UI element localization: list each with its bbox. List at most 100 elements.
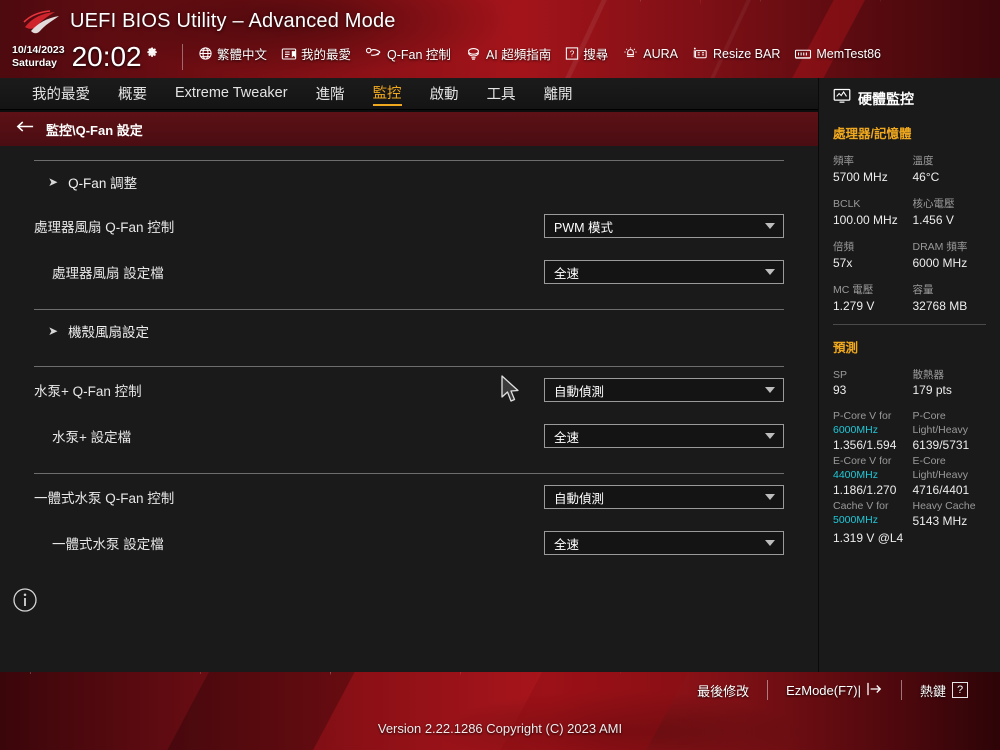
stat-key: 核心電壓 bbox=[912, 198, 955, 210]
stat-key: 頻率 bbox=[833, 155, 854, 167]
back-arrow-icon[interactable] bbox=[16, 120, 34, 138]
resize-bar-icon bbox=[692, 46, 709, 61]
dropdown-value: 自動偵測 bbox=[554, 491, 605, 506]
toolbar-item-memtest[interactable]: MemTest86 bbox=[794, 47, 881, 61]
setting-label: 處理器風扇 設定檔 bbox=[52, 266, 164, 281]
setting-row-cpu-qfan-control: 處理器風扇 Q-Fan 控制 PWM 模式 bbox=[34, 203, 784, 249]
dropdown-pump-profile[interactable]: 全速 bbox=[544, 424, 784, 448]
chevron-down-icon bbox=[765, 540, 775, 546]
setting-label: 水泵+ 設定檔 bbox=[52, 430, 132, 445]
hotkey-symbol: ? bbox=[952, 682, 968, 698]
setting-label: 一體式水泵 設定檔 bbox=[52, 537, 164, 552]
tab-favorites[interactable]: 我的最愛 bbox=[32, 83, 90, 105]
section-qfan-tuning[interactable]: ➤ Q-Fan 調整 bbox=[34, 161, 784, 203]
stat-key: 容量 bbox=[912, 284, 934, 296]
pred-key: Cache V for bbox=[833, 500, 889, 512]
footer-actions: 最後修改 EzMode(F7)| 熱鍵 ? bbox=[679, 680, 986, 700]
tab-extreme-tweaker[interactable]: Extreme Tweaker bbox=[175, 85, 288, 102]
pred-key: Light/Heavy bbox=[912, 469, 968, 481]
toolbar-label: AURA bbox=[643, 46, 678, 61]
tab-monitor[interactable]: 監控 bbox=[372, 82, 402, 106]
toolbar-label: Q-Fan 控制 bbox=[387, 48, 451, 62]
dropdown-aio-pump-profile[interactable]: 全速 bbox=[544, 531, 784, 555]
toolbar-item-resize-bar[interactable]: Resize BAR bbox=[692, 46, 780, 61]
cpu-stats-grid: 頻率 溫度 5700 MHz 46°C BCLK 核心電壓 100.00 MHz… bbox=[833, 154, 986, 315]
main-panel: ➤ Q-Fan 調整 處理器風扇 Q-Fan 控制 PWM 模式 處理器風扇 設… bbox=[0, 146, 818, 672]
monitor-icon bbox=[833, 88, 851, 109]
tab-boot[interactable]: 啟動 bbox=[430, 83, 459, 105]
ezmode-button[interactable]: EzMode(F7)| bbox=[768, 682, 901, 699]
favorites-icon bbox=[281, 47, 297, 61]
tab-tool[interactable]: 工具 bbox=[487, 83, 516, 105]
toolbar-item-aura[interactable]: AURA bbox=[622, 46, 678, 61]
header-divider bbox=[182, 44, 183, 70]
dropdown-value: PWM 模式 bbox=[554, 220, 614, 235]
section-chassis-fan[interactable]: ➤ 機殼風扇設定 bbox=[34, 310, 784, 352]
clock-text: 20:02 bbox=[71, 41, 142, 72]
prediction-heading: 預測 bbox=[833, 341, 859, 355]
ai-oc-icon bbox=[465, 46, 482, 61]
search-icon: ? bbox=[565, 46, 579, 61]
dropdown-pump-qfan-control[interactable]: 自動偵測 bbox=[544, 378, 784, 402]
toolbar-label: AI 超頻指南 bbox=[485, 48, 552, 62]
last-modified-button[interactable]: 最後修改 bbox=[679, 681, 767, 700]
stat-key: BCLK bbox=[833, 198, 861, 210]
footer-bar: 最後修改 EzMode(F7)| 熱鍵 ? Version 2.22.1286 … bbox=[0, 672, 1000, 750]
exit-arrow-icon bbox=[867, 682, 883, 699]
pred-value: 1.319 V @L4 bbox=[833, 531, 904, 545]
dropdown-value: 全速 bbox=[554, 266, 580, 281]
divider bbox=[34, 160, 784, 161]
tab-advanced[interactable]: 進階 bbox=[316, 83, 345, 105]
dropdown-aio-pump-qfan-control[interactable]: 自動偵測 bbox=[544, 485, 784, 509]
bios-screen: UEFI BIOS Utility – Advanced Mode 10/14/… bbox=[0, 0, 1000, 750]
pred-key: P-Core bbox=[912, 410, 946, 422]
divider bbox=[34, 309, 784, 310]
stat-value: 32768 MB bbox=[912, 299, 968, 313]
toolbar-item-ai-oc[interactable]: AI 超頻指南 bbox=[465, 44, 551, 63]
setting-row-aio-pump-qfan-control: 一體式水泵 Q-Fan 控制 自動偵測 bbox=[34, 474, 784, 520]
datetime-display: 10/14/2023 Saturday 20:02 bbox=[12, 42, 159, 72]
pred-value: 6139/5731 bbox=[912, 438, 970, 452]
toolbar-item-search[interactable]: ? 搜尋 bbox=[565, 44, 608, 63]
toolbar-item-favorites[interactable]: 我的最愛 bbox=[281, 44, 351, 63]
stat-key: MC 電壓 bbox=[833, 284, 874, 296]
info-circle-icon[interactable] bbox=[12, 587, 38, 613]
toolbar-item-language[interactable]: 繁體中文 bbox=[198, 44, 267, 63]
divider bbox=[34, 366, 784, 367]
pred-value: 179 pts bbox=[912, 383, 952, 397]
chevron-down-icon bbox=[765, 387, 775, 393]
gear-icon[interactable] bbox=[144, 43, 159, 63]
hardware-monitor-panel: 硬體監控 處理器/記憶體 頻率 溫度 5700 MHz 46°C BCLK 核心… bbox=[818, 78, 1000, 672]
pred-value: 93 bbox=[833, 383, 847, 397]
dropdown-cpu-qfan-control[interactable]: PWM 模式 bbox=[544, 214, 784, 238]
toolbar-label: MemTest86 bbox=[816, 46, 881, 61]
settings-list: ➤ Q-Fan 調整 處理器風扇 Q-Fan 控制 PWM 模式 處理器風扇 設… bbox=[0, 146, 818, 606]
pred-value: 4716/4401 bbox=[912, 483, 970, 497]
setting-label: 一體式水泵 Q-Fan 控制 bbox=[34, 491, 175, 506]
stat-value: 6000 MHz bbox=[912, 256, 968, 270]
expand-arrow-icon: ➤ bbox=[48, 324, 59, 338]
breadcrumb: 監控\Q-Fan 設定 bbox=[0, 112, 818, 146]
stat-value: 1.456 V bbox=[912, 213, 954, 227]
chevron-down-icon bbox=[765, 223, 775, 229]
toolbar-item-qfan[interactable]: Q-Fan 控制 bbox=[365, 44, 451, 63]
dropdown-cpu-fan-profile[interactable]: 全速 bbox=[544, 260, 784, 284]
pred-key: E-Core V for bbox=[833, 455, 892, 467]
panel-title: 硬體監控 bbox=[858, 90, 914, 107]
hotkeys-button[interactable]: 熱鍵 ? bbox=[902, 681, 986, 700]
pred-key: Heavy Cache bbox=[912, 500, 976, 512]
tab-exit[interactable]: 離開 bbox=[544, 83, 573, 105]
ezmode-label: EzMode(F7)| bbox=[786, 682, 861, 698]
pred-key: Light/Heavy bbox=[912, 424, 968, 436]
stat-key: 倍頻 bbox=[833, 241, 854, 253]
setting-label: 水泵+ Q-Fan 控制 bbox=[34, 384, 142, 399]
hotkeys-label: 熱鍵 bbox=[919, 683, 946, 699]
day-text: Saturday bbox=[12, 57, 57, 69]
version-text: Version 2.22.1286 Copyright (C) 2023 AMI bbox=[377, 721, 623, 736]
tab-main[interactable]: 概要 bbox=[118, 83, 147, 105]
stat-value: 5700 MHz bbox=[833, 170, 888, 184]
stat-value: 1.279 V bbox=[833, 299, 875, 313]
pred-key-highlight: 6000MHz bbox=[833, 424, 878, 436]
chevron-down-icon bbox=[765, 494, 775, 500]
pred-key: E-Core bbox=[912, 455, 946, 467]
